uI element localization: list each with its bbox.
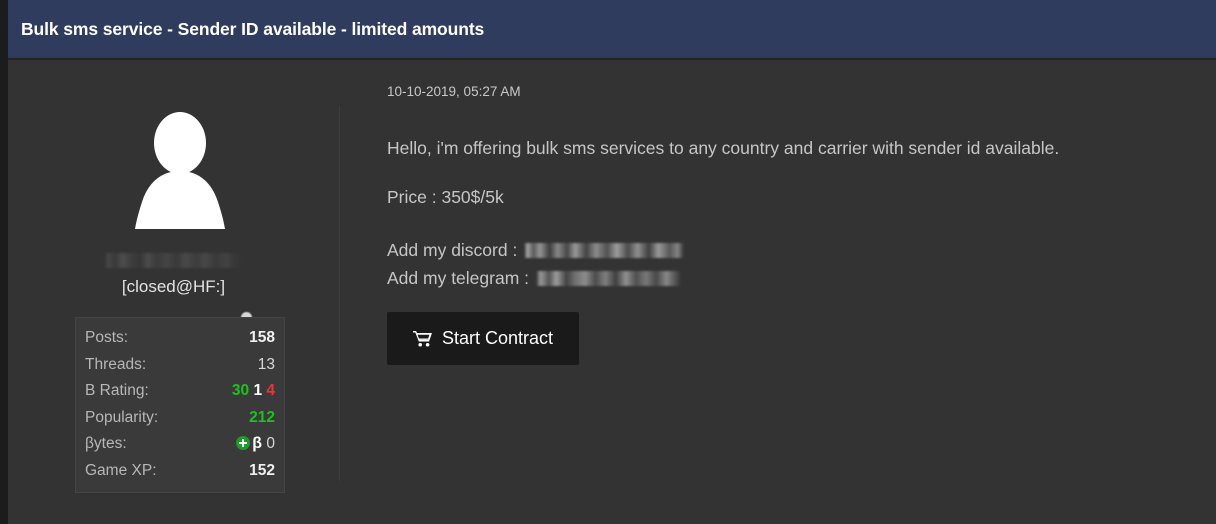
default-user-silhouette-icon <box>121 107 239 229</box>
start-contract-label: Start Contract <box>441 328 554 348</box>
stat-value-threads: 13 <box>257 355 275 373</box>
post-container: [closed@HF:] Posts: 158 Threads: 13 B Ra… <box>8 58 1216 524</box>
post-timestamp: 10-10-2019, 05:27 AM <box>387 84 521 99</box>
stat-label-b-rating: B Rating: <box>85 382 149 399</box>
contact-label-telegram: Add my telegram : <box>387 267 529 288</box>
stat-row-game-xp: Game XP: 152 <box>85 458 275 485</box>
contact-line-telegram: Add my telegram : <box>387 264 1207 292</box>
contact-line-discord: Add my discord : <box>387 236 1207 264</box>
post-paragraph-intro: Hello, i'm offering bulk sms services to… <box>387 138 1060 158</box>
stat-label-game-xp: Game XP: <box>85 461 157 479</box>
stat-label-threads: Threads: <box>85 355 147 373</box>
forum-post-page: Bulk sms service - Sender ID available -… <box>0 0 1216 524</box>
stat-row-threads: Threads: 13 <box>85 352 275 379</box>
bytes-amount: 0 <box>266 435 275 452</box>
author-usertitle: [closed@HF:] <box>121 277 226 296</box>
stat-value-game-xp: 152 <box>249 461 275 479</box>
contact-label-discord: Add my discord : <box>387 239 518 260</box>
stat-row-b-rating: B Rating: 30 1 4 <box>85 378 275 405</box>
stat-label-bytes: βytes: <box>85 435 127 452</box>
stat-row-posts: Posts: 158 <box>85 325 275 352</box>
contact-handle-telegram-redacted <box>536 270 681 286</box>
stat-value-popularity: 212 <box>249 408 275 426</box>
start-contract-button[interactable]: Start Contract <box>387 312 579 365</box>
thread-header-bar: Bulk sms service - Sender ID available -… <box>8 0 1216 58</box>
stat-label-posts: Posts: <box>85 329 129 346</box>
post-message-body: Hello, i'm offering bulk sms services to… <box>387 138 1207 292</box>
stat-value-posts: 158 <box>249 329 275 346</box>
stat-row-popularity: Popularity: 212 <box>85 405 275 432</box>
plus-circle-icon <box>236 436 251 450</box>
stat-value-b-rating: 30 1 4 <box>232 378 275 405</box>
post-content-column: 10-10-2019, 05:27 AM Hello, i'm offering… <box>379 60 1216 524</box>
stat-row-bytes: βytes: β 0 <box>85 431 275 458</box>
post-paragraph-price: Price : 350$/5k <box>387 187 504 207</box>
author-stats-box: Posts: 158 Threads: 13 B Rating: 30 1 4 <box>75 317 285 493</box>
contact-handle-discord-redacted <box>524 242 685 258</box>
author-username-redacted <box>103 252 244 268</box>
avatar[interactable] <box>121 107 239 229</box>
column-divider <box>339 106 340 481</box>
stat-value-bytes: β 0 <box>236 431 275 458</box>
author-username-row[interactable] <box>8 248 339 272</box>
thread-title: Bulk sms service - Sender ID available -… <box>21 18 485 39</box>
post-author-column: [closed@HF:] Posts: 158 Threads: 13 B Ra… <box>8 60 339 524</box>
b-rating-neutral: 1 <box>253 382 263 399</box>
shopping-cart-icon <box>413 330 432 347</box>
stat-label-popularity: Popularity: <box>85 408 159 426</box>
b-rating-negative: 4 <box>266 382 275 399</box>
bytes-symbol: β <box>252 435 263 452</box>
b-rating-positive: 30 <box>231 382 250 399</box>
